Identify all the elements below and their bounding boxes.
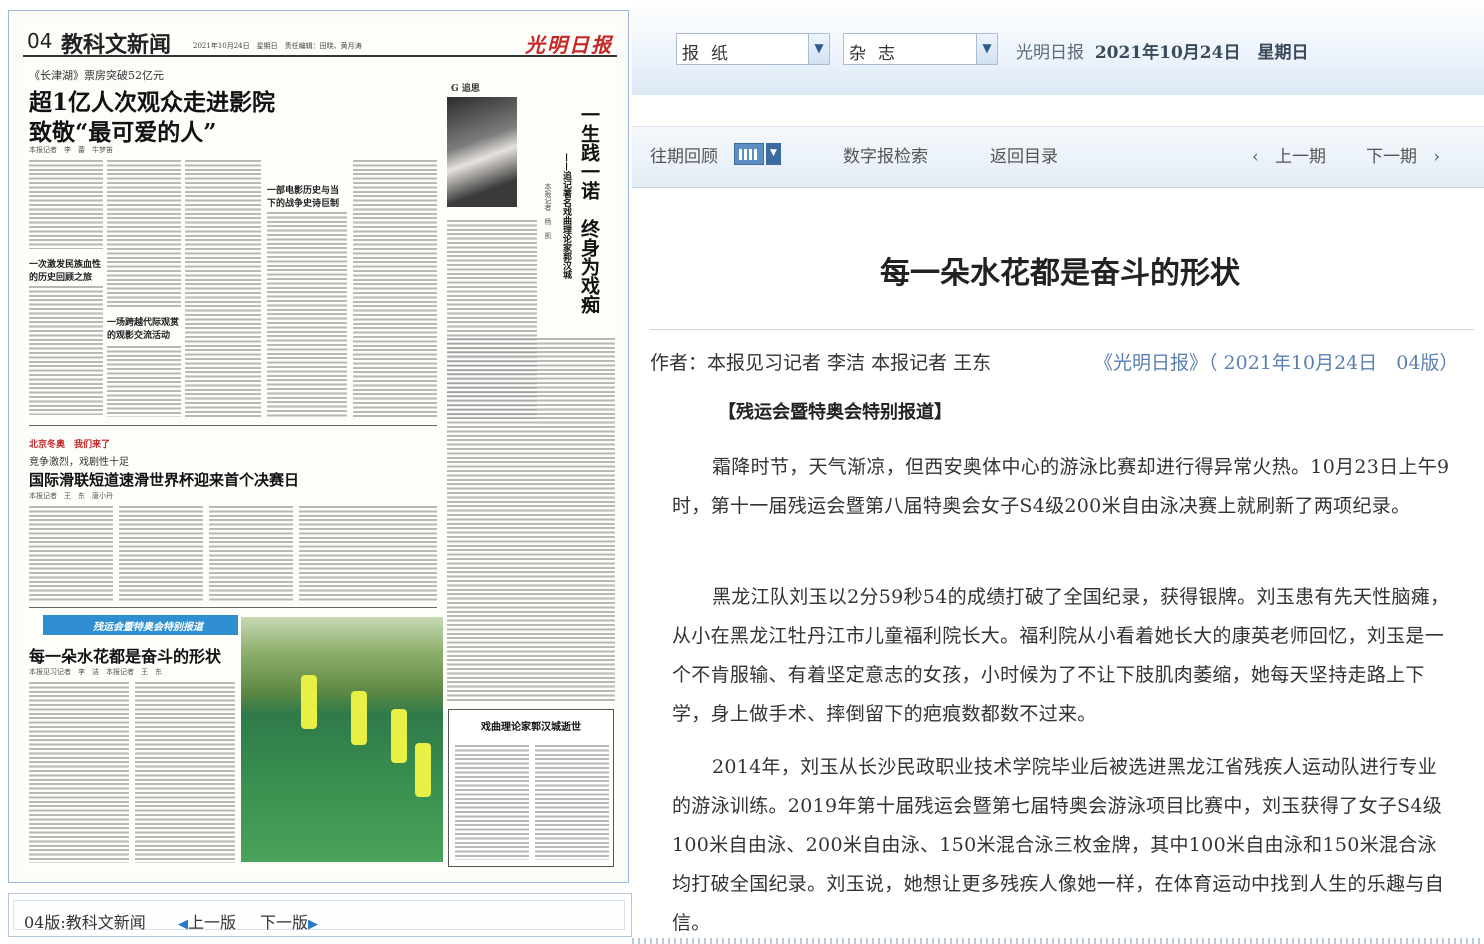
story2-title[interactable]: 国际滑联短道速滑世界杯迎来首个决赛日 — [29, 469, 299, 490]
obituary-text-block — [455, 744, 529, 860]
prev-issue-label: 上一期 — [1275, 147, 1327, 167]
story1-text-block — [267, 211, 347, 417]
page-navigation-bar: 04版:教科文新闻 ◀上一版 下一版▶ — [8, 893, 632, 937]
story4-text-block — [447, 337, 615, 701]
football-field-photo — [241, 617, 443, 862]
section-rule — [29, 607, 437, 608]
chevron-down-icon[interactable]: ▼ — [976, 33, 998, 65]
story1-title-line2[interactable]: 致敬“最可爱的人” — [29, 113, 216, 147]
next-issue-label: 下一期 — [1366, 147, 1417, 167]
chevron-left-icon: ‹ — [1252, 147, 1259, 167]
page-masthead: 04 教科文新闻 2021年10月24日 星期日 责任编辑：田晓、黄月涛 光明日… — [23, 23, 617, 58]
newspaper-page-frame: 04 教科文新闻 2021年10月24日 星期日 责任编辑：田晓、黄月涛 光明日… — [8, 10, 629, 883]
story1-title-line1[interactable]: 超1亿人次观众走进影院 — [29, 83, 275, 117]
page-navigation-inner: 04版:教科文新闻 ◀上一版 下一版▶ — [13, 900, 625, 933]
search-link[interactable]: 数字报检索 — [843, 142, 928, 167]
masthead-info: 2021年10月24日 星期日 责任编辑：田晓、黄月涛 — [193, 42, 362, 50]
story2-text-block — [209, 505, 293, 601]
story4-byline: 本报记者 杨 凯 — [544, 183, 552, 239]
article-paragraph: 霜降时节，天气渐凉，但西安奥体中心的游泳比赛却进行得异常火热。10月23日上午9… — [672, 456, 1450, 517]
article-paragraph: 黑龙江队刘玉以2分59秒54的成绩打破了全国纪录，获得银牌。刘玉患有先天性脑瘫，… — [672, 586, 1450, 725]
next-page-link[interactable]: 下一版▶ — [260, 909, 318, 933]
player-figure — [391, 709, 407, 763]
newspaper-select-value: 报纸 — [682, 44, 740, 64]
calendar-icon[interactable] — [734, 143, 764, 165]
article-title: 每一朵水花都是奋斗的形状 — [880, 256, 1240, 291]
chevron-down-icon[interactable]: ▼ — [808, 33, 830, 65]
calendar-dropdown-icon[interactable]: ▼ — [766, 143, 781, 165]
story1-text-block — [353, 159, 437, 417]
story1-text-block — [29, 159, 103, 249]
obituary-text-block — [535, 744, 609, 860]
magazine-select-value: 杂志 — [849, 44, 907, 64]
story3-title[interactable]: 每一朵水花都是奋斗的形状 — [29, 643, 221, 667]
newspaper-select[interactable]: 报纸 ▼ — [676, 33, 830, 65]
masthead-page-name: 教科文新闻 — [61, 32, 172, 58]
next-issue-link[interactable]: 下一期 › — [1366, 142, 1440, 167]
story2-text-block — [299, 505, 437, 601]
next-page-label: 下一版 — [260, 913, 309, 932]
story4-vertical-subtitle: ——追记著名戏曲理论家郭汉城 — [561, 153, 571, 279]
issue-date-line: 光明日报 2021年10月24日 星期日 — [1016, 38, 1308, 63]
story1-text-block — [107, 345, 181, 417]
story4-vertical-title[interactable]: 一生践一诺 终身为戏痴 — [578, 105, 600, 355]
story3-text-block — [29, 681, 129, 863]
article-paragraph: 2014年，刘玉从长沙民政职业技术学院毕业后被选进黑龙江省残疾人运动队进行专业的… — [672, 756, 1445, 934]
issue-date: 2021年10月24日 星期日 — [1094, 43, 1309, 63]
divider — [650, 329, 1474, 330]
chevron-right-icon: › — [1433, 147, 1441, 167]
story1-subhead-2: 一场跨越代际观赏的观影交流活动 — [107, 318, 180, 341]
history-link[interactable]: 往期回顾 — [650, 142, 718, 167]
horizontal-scrollbar[interactable] — [632, 938, 1484, 944]
story2-text-block — [29, 505, 113, 601]
newspaper-page[interactable]: 04 教科文新闻 2021年10月24日 星期日 责任编辑：田晓、黄月涛 光明日… — [23, 23, 617, 871]
paper-name: 光明日报 — [1016, 43, 1084, 63]
story3-banner: 残运会暨特奥会特别报道 — [43, 615, 238, 635]
masthead-logo: 光明日报 — [525, 33, 613, 57]
prev-issue-link[interactable]: ‹ 上一期 — [1252, 142, 1326, 167]
story1-kicker: 《长津湖》票房突破52亿元 — [29, 69, 164, 82]
article-author: 作者：本报见习记者 李洁 本报记者 王东 — [650, 352, 992, 374]
magazine-select[interactable]: 杂志 ▼ — [843, 33, 998, 65]
back-to-index-link[interactable]: 返回目录 — [990, 142, 1058, 167]
player-figure — [301, 675, 317, 729]
obituary-box-title: 戏曲理论家郭汉城逝世 — [481, 722, 581, 733]
prev-page-link[interactable]: ◀上一版 — [178, 909, 236, 933]
story1-byline: 本报记者 李 蕾 牛梦笛 — [29, 146, 113, 154]
story2-byline: 本报记者 王 东 唐小丹 — [29, 492, 113, 500]
prev-page-label: 上一版 — [188, 913, 237, 932]
obituary-box[interactable]: 戏曲理论家郭汉城逝世 — [448, 709, 614, 867]
story3-text-block — [135, 681, 235, 863]
section-rule — [29, 425, 437, 426]
masthead-page-number: 04 — [27, 29, 53, 53]
article-source: 《光明日报》（ 2021年10月24日 04版） — [1094, 352, 1459, 374]
story1-subhead-3: 一部电影历史与当下的战争史诗巨制 — [267, 186, 340, 209]
player-figure — [351, 691, 367, 745]
story2-tag: 北京冬奥 我们来了 — [29, 440, 111, 450]
story4-section-label: G 追思 — [451, 84, 480, 94]
story2-kicker: 竞争激烈，戏剧性十足 — [29, 457, 129, 468]
story3-byline: 本报见习记者 李 洁 本报记者 王 东 — [29, 668, 162, 676]
story1-text-block — [107, 159, 181, 309]
story1-subhead-1: 一次激发民族血性的历史回顾之旅 — [29, 260, 102, 283]
article-tag: 【残运会暨特奥会特别报道】 — [718, 402, 952, 423]
triangle-left-icon: ◀ — [178, 917, 188, 932]
player-figure — [415, 743, 431, 797]
current-page-label: 04版:教科文新闻 — [24, 913, 146, 932]
story1-text-block — [29, 285, 103, 415]
story2-text-block — [119, 505, 203, 601]
triangle-right-icon: ▶ — [308, 917, 319, 932]
portrait-photo — [447, 97, 517, 207]
story1-text-block — [185, 159, 261, 417]
